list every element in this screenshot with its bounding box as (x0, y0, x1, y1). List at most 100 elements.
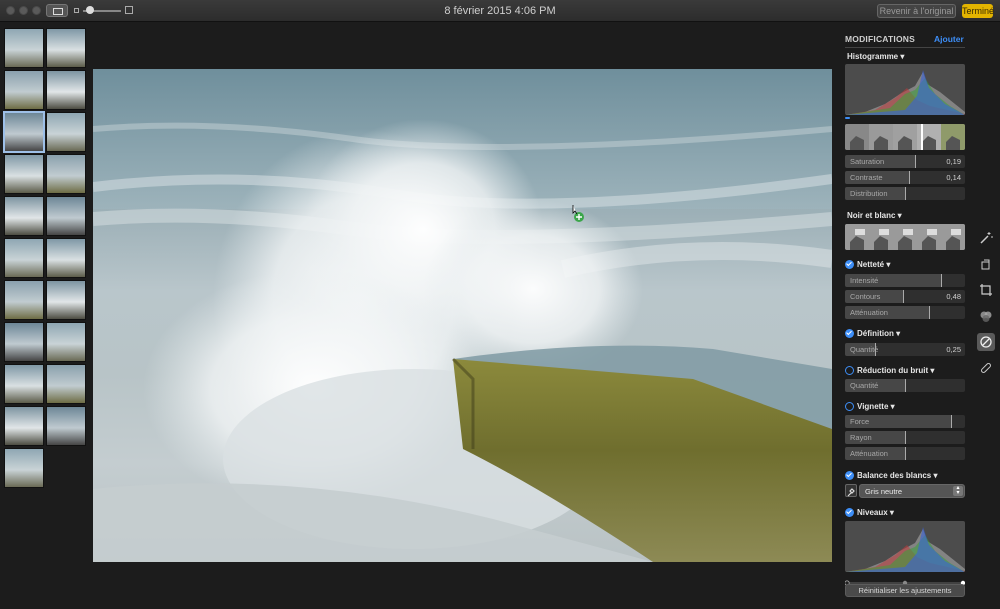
thumbnail[interactable] (4, 322, 44, 362)
slider-label: Atténuation (850, 308, 888, 317)
header-divider (845, 47, 965, 48)
reset-adjustments-button[interactable]: Réinitialiser les ajustements (845, 584, 965, 597)
slider-label: Contours (850, 292, 881, 301)
window-title: 8 février 2015 4:06 PM (444, 5, 556, 17)
slider-value: 0,14 (946, 173, 961, 182)
slider-handle[interactable] (909, 171, 910, 184)
retouch-icon[interactable] (977, 359, 995, 377)
black-white-preview-strip[interactable] (845, 224, 965, 250)
slider-handle[interactable] (941, 274, 942, 287)
black-white-title[interactable]: Noir et blanc ▾ (847, 211, 902, 220)
levels-title[interactable]: Niveaux ▾ (857, 508, 894, 517)
slider-label: Distribution (850, 189, 888, 198)
thumbnail[interactable] (46, 70, 86, 110)
thumbnail[interactable] (4, 448, 44, 488)
slider-contours[interactable]: Contours 0,48 (845, 290, 965, 303)
vignette-title[interactable]: Vignette ▾ (857, 402, 895, 411)
histogram-title[interactable]: Histogramme ▾ (847, 52, 904, 61)
slider-handle[interactable] (905, 431, 906, 444)
thumbnail[interactable] (4, 406, 44, 446)
thumbnail[interactable] (46, 364, 86, 404)
add-adjustment-button[interactable]: Ajouter (934, 34, 964, 44)
thumbnail-strip[interactable] (0, 22, 90, 609)
slider-label: Rayon (850, 433, 872, 442)
chevron-updown-icon: ▴ ▾ (953, 485, 963, 496)
adjust-icon[interactable] (977, 333, 995, 351)
thumbnail[interactable] (46, 280, 86, 320)
slider-intensite[interactable]: Intensité (845, 274, 965, 287)
slider-label: Saturation (850, 157, 885, 166)
slider-handle[interactable] (905, 379, 906, 392)
noise-reduction-enabled-checkbox[interactable] (845, 366, 854, 375)
slider-force[interactable]: Force (845, 415, 965, 428)
thumbnail[interactable] (3, 111, 45, 153)
slider-label: Quantité (850, 381, 879, 390)
white-balance-enabled-checkbox[interactable] (845, 471, 854, 480)
slider-handle[interactable] (903, 290, 904, 303)
adjustments-panel: MODIFICATIONS Ajouter Histogramme ▾ Satu… (840, 22, 970, 609)
thumbnail[interactable] (46, 154, 86, 194)
thumbnail[interactable] (4, 154, 44, 194)
eyedropper-icon[interactable] (845, 484, 857, 497)
slider-value: 0,19 (946, 157, 961, 166)
slider-contraste[interactable]: Contraste 0,14 (845, 171, 965, 184)
thumbnail[interactable] (4, 196, 44, 236)
title-bar: 8 février 2015 4:06 PM Revenir à l'origi… (0, 0, 1000, 22)
noise-reduction-title[interactable]: Réduction du bruit ▾ (857, 366, 934, 375)
revert-to-original-button[interactable]: Revenir à l'original (877, 4, 956, 18)
done-button[interactable]: Terminé (962, 4, 994, 18)
photo-illustration (93, 69, 832, 562)
definition-title[interactable]: Définition ▾ (857, 329, 900, 338)
slider-handle[interactable] (915, 155, 916, 168)
slider-saturation[interactable]: Saturation 0,19 (845, 155, 965, 168)
thumbnail[interactable] (4, 238, 44, 278)
levels-enabled-checkbox[interactable] (845, 508, 854, 517)
sharpen-title[interactable]: Netteté ▾ (857, 260, 890, 269)
main-photo[interactable] (93, 69, 832, 562)
filters-icon[interactable] (977, 307, 995, 325)
slider-label: Quantité (850, 345, 879, 354)
slider-value: 0,25 (946, 345, 961, 354)
white-balance-mode-value: Gris neutre (865, 487, 903, 496)
thumbnail[interactable] (46, 112, 86, 152)
thumbnail[interactable] (4, 28, 44, 68)
edit-tools (975, 225, 997, 385)
slider-handle[interactable] (951, 415, 952, 428)
vignette-enabled-checkbox[interactable] (845, 402, 854, 411)
definition-enabled-checkbox[interactable] (845, 329, 854, 338)
slider-attenuation[interactable]: Atténuation (845, 306, 965, 319)
panel-header: MODIFICATIONS (845, 34, 915, 44)
slider-label: Atténuation (850, 449, 888, 458)
slider-rayon[interactable]: Rayon (845, 431, 965, 444)
slider-handle[interactable] (905, 447, 906, 460)
slider-value: 0,48 (946, 292, 961, 301)
thumbnail[interactable] (4, 280, 44, 320)
slider-distribution[interactable]: Distribution (845, 187, 965, 200)
white-balance-title[interactable]: Balance des blancs ▾ (857, 471, 938, 480)
thumbnail[interactable] (46, 238, 86, 278)
rotate-icon[interactable] (977, 255, 995, 273)
slider-quantite[interactable]: Quantité 0,25 (845, 343, 965, 356)
slider-attenuation[interactable]: Atténuation (845, 447, 965, 460)
histogram-chart (845, 64, 965, 115)
slider-quantite[interactable]: Quantité (845, 379, 965, 392)
light-preview-strip[interactable] (845, 124, 965, 150)
histogram-marker (845, 117, 850, 119)
slider-label: Intensité (850, 276, 879, 285)
crop-icon[interactable] (977, 281, 995, 299)
slider-label: Force (850, 417, 870, 426)
magic-wand-icon[interactable] (977, 229, 995, 247)
slider-handle[interactable] (929, 306, 930, 319)
levels-handles[interactable] (844, 573, 966, 586)
thumbnail[interactable] (4, 364, 44, 404)
thumbnail[interactable] (46, 406, 86, 446)
levels-histogram[interactable] (845, 521, 965, 572)
slider-handle[interactable] (905, 187, 906, 200)
thumbnail[interactable] (46, 28, 86, 68)
sharpen-enabled-checkbox[interactable] (845, 260, 854, 269)
thumbnail[interactable] (46, 322, 86, 362)
white-balance-mode-select[interactable]: Gris neutre ▴ ▾ (859, 484, 965, 498)
thumbnail[interactable] (46, 196, 86, 236)
slider-label: Contraste (850, 173, 883, 182)
thumbnail[interactable] (4, 70, 44, 110)
